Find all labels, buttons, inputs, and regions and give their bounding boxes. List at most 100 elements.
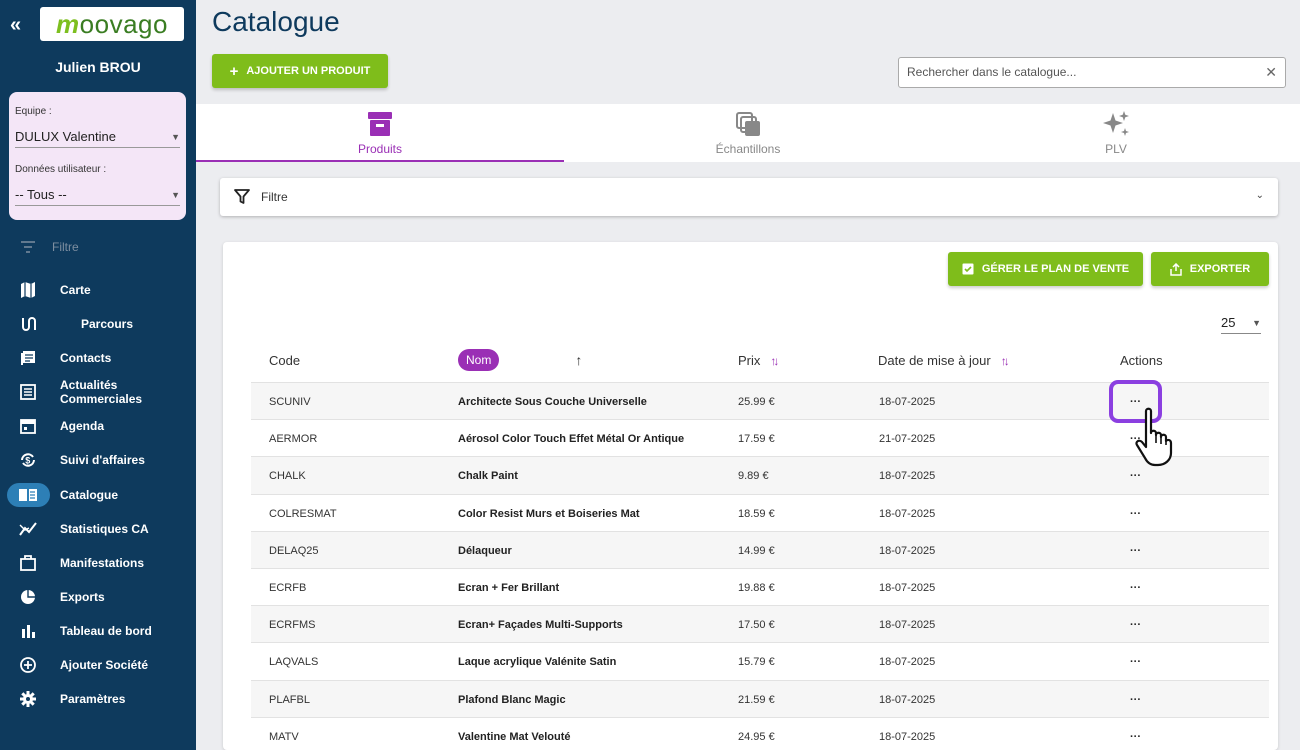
catalog-table-card: GÉRER LE PLAN DE VENTE EXPORTER 25 ▼ Cod… bbox=[223, 242, 1278, 750]
table-row[interactable]: DELAQ25 Délaqueur 14.99 € 18-07-2025 ··· bbox=[251, 530, 1269, 568]
more-actions-button[interactable]: ··· bbox=[1130, 731, 1141, 743]
table-row[interactable]: ECRFMS Ecran+ Façades Multi-Supports 17.50… bbox=[251, 605, 1269, 643]
briefcase-icon bbox=[19, 554, 37, 572]
sidebar-item-actualites[interactable]: Actualités Commerciales bbox=[0, 377, 196, 407]
cell-price: 15.79 € bbox=[738, 656, 775, 669]
sidebar-item-parcours[interactable]: Parcours bbox=[0, 309, 196, 339]
export-button[interactable]: EXPORTER bbox=[1151, 252, 1269, 286]
cell-date: 21-07-2025 bbox=[879, 433, 936, 446]
sidebar-item-manifestations[interactable]: Manifestations bbox=[0, 548, 196, 578]
sidebar-item-label: Statistiques CA bbox=[60, 522, 149, 536]
table-row[interactable]: ECRFB Ecran + Fer Brillant 19.88 € 18-07-20… bbox=[251, 567, 1269, 605]
rows-per-page-value: 25 bbox=[1221, 315, 1236, 330]
sidebar-item-catalogue[interactable]: Catalogue bbox=[0, 480, 196, 510]
rows-per-page-select[interactable]: 25 ▼ bbox=[1221, 312, 1261, 334]
cell-code: ECRFB bbox=[269, 581, 307, 594]
clear-search-icon[interactable]: ✕ bbox=[1265, 64, 1277, 81]
tab-echantillons[interactable]: Échantillons bbox=[564, 104, 932, 162]
column-label: Code bbox=[269, 353, 301, 368]
table-row[interactable]: LAQVALS Laque acrylique Valénite Satin 15.… bbox=[251, 642, 1269, 679]
cell-price: 21.59 € bbox=[738, 693, 775, 706]
userdata-select[interactable]: -- Tous -- ▼ bbox=[15, 184, 180, 206]
table-row[interactable]: CHALK Chalk Paint 9.89 € 18-07-2025 ··· bbox=[251, 456, 1269, 494]
sidebar-item-contacts[interactable]: Contacts bbox=[0, 343, 196, 373]
more-actions-button[interactable]: ··· bbox=[1130, 656, 1141, 668]
bar-chart-icon bbox=[19, 622, 37, 640]
sort-icon: ↑↓ bbox=[770, 353, 779, 368]
cell-price: 17.59 € bbox=[738, 433, 775, 446]
manage-sales-plan-label: GÉRER LE PLAN DE VENTE bbox=[981, 263, 1130, 275]
column-header-name[interactable]: Nom ↑ bbox=[458, 349, 582, 371]
cell-name: Aérosol Color Touch Effet Métal Or Antiq… bbox=[458, 433, 685, 446]
cell-name: Color Resist Murs et Boiseries Mat bbox=[458, 507, 640, 520]
sidebar-filter-link[interactable]: Filtre bbox=[20, 240, 79, 254]
tab-plv[interactable]: PLV bbox=[932, 104, 1300, 162]
pie-chart-icon bbox=[19, 588, 37, 606]
export-icon bbox=[1169, 262, 1182, 276]
chevron-down-icon: ⌄ bbox=[1255, 190, 1264, 201]
checkbox-icon bbox=[962, 263, 974, 275]
filter-panel[interactable]: Filtre ⌄ bbox=[220, 178, 1278, 216]
cell-price: 9.89 € bbox=[738, 470, 769, 483]
sidebar-item-agenda[interactable]: Agenda bbox=[0, 411, 196, 441]
cell-code: CHALK bbox=[269, 470, 306, 483]
sidebar-item-suivi[interactable]: $ Suivi d'affaires bbox=[0, 445, 196, 475]
app-logo[interactable]: m oovago bbox=[40, 7, 184, 41]
column-header-actions: Actions bbox=[1120, 353, 1163, 368]
cell-name: Ecran + Fer Brillant bbox=[458, 581, 560, 594]
catalog-icon bbox=[19, 486, 37, 504]
more-actions-button[interactable]: ··· bbox=[1130, 694, 1141, 706]
column-header-price[interactable]: Prix ↑↓ bbox=[738, 353, 779, 368]
cell-code: MATV bbox=[269, 730, 299, 743]
more-actions-button[interactable]: ··· bbox=[1130, 508, 1141, 520]
tab-label: PLV bbox=[1105, 142, 1127, 156]
table-row[interactable]: COLRESMAT Color Resist Murs et Boiseries … bbox=[251, 493, 1269, 531]
userdata-value: -- Tous -- bbox=[15, 187, 67, 202]
sidebar-item-label: Suivi d'affaires bbox=[60, 453, 145, 467]
gear-icon bbox=[19, 690, 37, 708]
sidebar-item-exports[interactable]: Exports bbox=[0, 582, 196, 612]
column-header-date[interactable]: Date de mise à jour ↑↓ bbox=[878, 353, 1010, 368]
cell-date: 18-07-2025 bbox=[879, 581, 936, 594]
column-header-code[interactable]: Code bbox=[269, 353, 300, 368]
more-actions-button[interactable]: ··· bbox=[1130, 470, 1141, 482]
filter-lines-icon bbox=[21, 241, 35, 253]
caret-down-icon: ▼ bbox=[1252, 317, 1261, 328]
team-value: DULUX Valentine bbox=[15, 129, 116, 144]
stats-icon bbox=[19, 520, 37, 538]
cell-date: 18-07-2025 bbox=[879, 730, 936, 743]
more-actions-button[interactable]: ··· bbox=[1130, 619, 1141, 631]
sidebar-item-label: Exports bbox=[60, 590, 105, 604]
sidebar-item-carte[interactable]: Carte bbox=[0, 275, 196, 305]
archive-box-icon bbox=[368, 112, 392, 136]
more-actions-button[interactable]: ··· bbox=[1130, 582, 1141, 594]
team-select[interactable]: DULUX Valentine ▼ bbox=[15, 126, 180, 148]
collapse-sidebar-icon[interactable]: « bbox=[10, 14, 21, 37]
user-filters-card: Equipe : DULUX Valentine ▼ Données utili… bbox=[9, 92, 186, 220]
more-actions-button[interactable]: ··· bbox=[1130, 545, 1141, 557]
sidebar-item-statistiques[interactable]: Statistiques CA bbox=[0, 514, 196, 544]
table-row[interactable]: PLAFBL Plafond Blanc Magic 21.59 € 18-07-20… bbox=[251, 679, 1269, 717]
caret-down-icon: ▼ bbox=[171, 189, 180, 200]
sidebar-item-label: Catalogue bbox=[60, 488, 119, 502]
sidebar-item-parametres[interactable]: Paramètres bbox=[0, 684, 196, 714]
catalog-tabs: Produits Échantillons PLV bbox=[196, 104, 1300, 162]
cell-code: COLRESMAT bbox=[269, 507, 337, 520]
cell-price: 14.99 € bbox=[738, 544, 775, 557]
cell-date: 18-07-2025 bbox=[879, 693, 936, 706]
cell-code: AERMOR bbox=[269, 433, 318, 446]
cell-name: Laque acrylique Valénite Satin bbox=[458, 656, 617, 669]
catalog-search: ✕ bbox=[898, 57, 1286, 88]
table-row[interactable]: MATV Valentine Mat Velouté 24.95 € 18-07-20… bbox=[251, 716, 1269, 750]
sidebar-item-tableau[interactable]: Tableau de bord bbox=[0, 616, 196, 646]
tab-produits[interactable]: Produits bbox=[196, 104, 564, 162]
add-product-button[interactable]: + AJOUTER UN PRODUIT bbox=[212, 54, 388, 88]
table-row[interactable]: AERMOR Aérosol Color Touch Effet Métal Or… bbox=[251, 419, 1269, 456]
search-input[interactable] bbox=[907, 65, 1247, 79]
sidebar-item-label: Actualités Commerciales bbox=[60, 378, 143, 406]
stacked-squares-icon bbox=[736, 112, 760, 136]
manage-sales-plan-button[interactable]: GÉRER LE PLAN DE VENTE bbox=[948, 252, 1143, 286]
sidebar-item-ajouter-societe[interactable]: Ajouter Société bbox=[0, 650, 196, 680]
sidebar-filter-label: Filtre bbox=[52, 240, 79, 254]
cell-date: 18-07-2025 bbox=[879, 507, 936, 520]
